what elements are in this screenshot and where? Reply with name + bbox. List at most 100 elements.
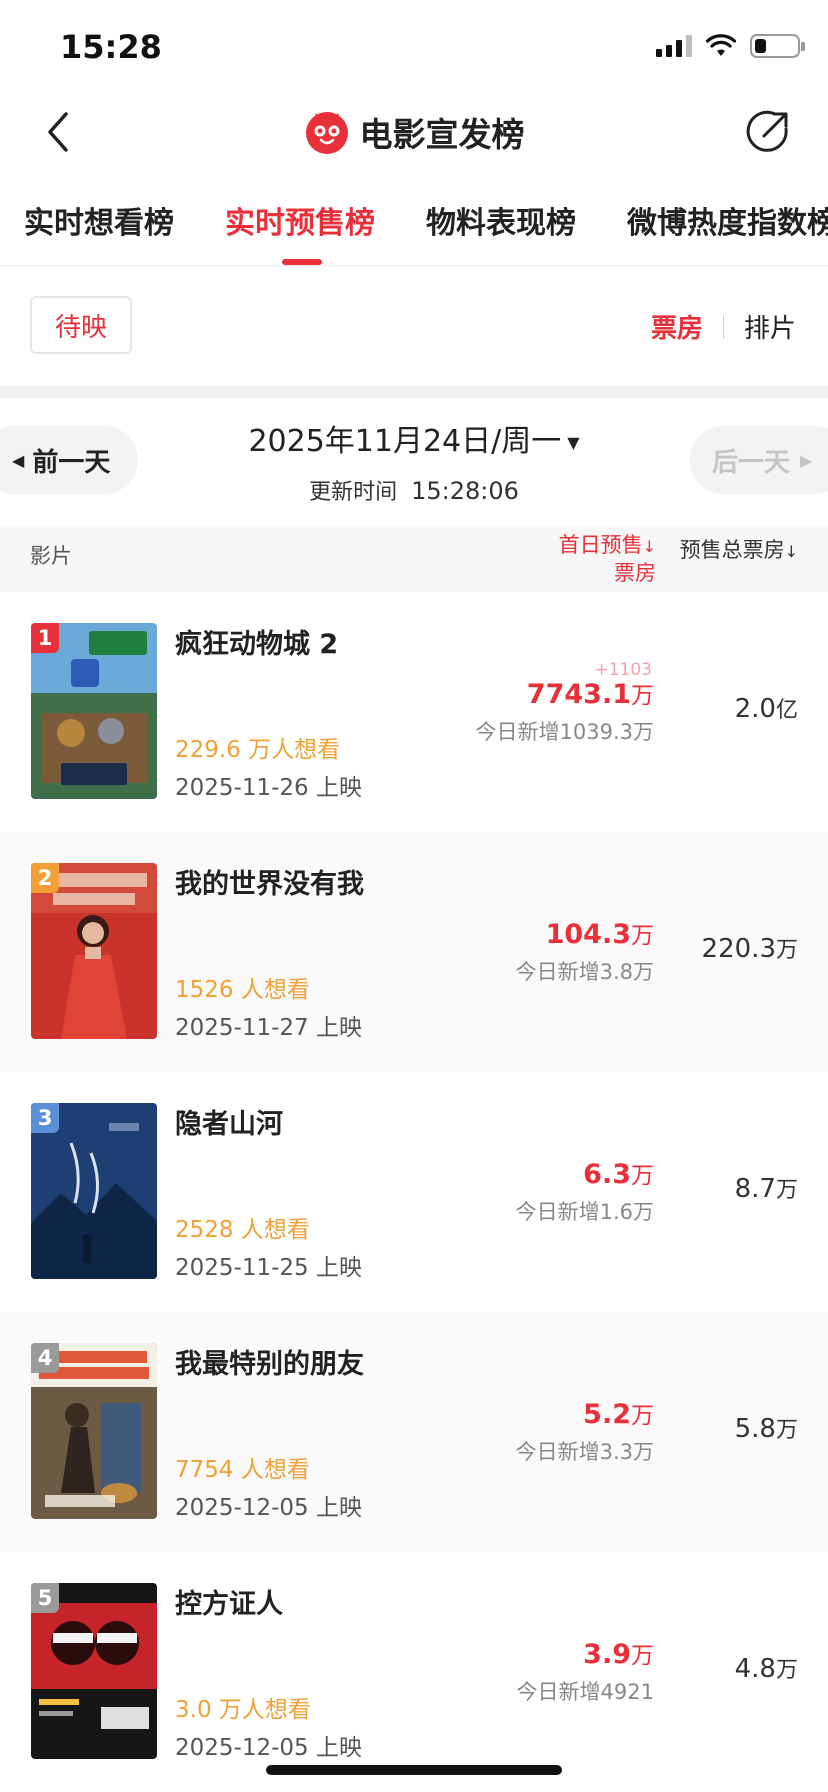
first-day-unit: 万 bbox=[631, 923, 654, 949]
film-row[interactable]: 3 隐者山河 2528 人想看 2025-11-25 上映 6.3万 今日新增1… bbox=[0, 1072, 828, 1312]
total-value: 4.8 bbox=[734, 1654, 776, 1684]
metric-switch: 票房 排片 bbox=[651, 308, 796, 345]
film-title: 疯狂动物城 2 bbox=[175, 629, 339, 660]
release-date: 2025-11-25 上映 bbox=[175, 1255, 362, 1281]
date-row: ◀ 前一天 2025年11月24日/周一 ▼ 更新时间 15:28:06 后一天 ▶ bbox=[0, 398, 828, 526]
total-presale: 4.8万 bbox=[735, 1652, 798, 1684]
metric-box-office[interactable]: 票房 bbox=[651, 308, 703, 345]
update-label: 更新时间 bbox=[309, 480, 398, 505]
first-day-unit: 万 bbox=[631, 1643, 654, 1669]
today-increase: 今日新增1.6万 bbox=[515, 1200, 654, 1224]
first-day-value: 5.2 bbox=[583, 1399, 631, 1430]
nav-title-group: 电影宣发榜 bbox=[0, 108, 828, 156]
total-value: 8.7 bbox=[734, 1174, 776, 1204]
section-divider bbox=[0, 386, 828, 398]
sort-arrow-icon: ↓ bbox=[642, 537, 656, 556]
first-day-value: 7743.1 bbox=[526, 679, 631, 710]
total-presale: 5.8万 bbox=[735, 1412, 798, 1444]
tab-weibo-rank[interactable]: 微博热度指数榜 bbox=[627, 198, 828, 242]
release-date: 2025-12-05 上映 bbox=[175, 1495, 362, 1521]
film-title: 控方证人 bbox=[175, 1589, 283, 1620]
battery-icon bbox=[750, 34, 805, 58]
share-icon bbox=[746, 110, 788, 152]
metric-divider bbox=[722, 314, 724, 339]
total-unit: 万 bbox=[775, 1178, 798, 1203]
status-icons bbox=[656, 34, 805, 58]
film-row[interactable]: 1 疯狂动物城 2 229.6 万人想看 2025-11-26 上映 +1103… bbox=[0, 592, 828, 832]
metric-screenings[interactable]: 排片 bbox=[744, 308, 796, 345]
tab-presale-rank[interactable]: 实时预售榜 bbox=[225, 198, 375, 242]
rank-badge: 1 bbox=[31, 623, 59, 653]
total-unit: 万 bbox=[775, 1658, 798, 1683]
wish-count: 1526 人想看 bbox=[175, 977, 310, 1003]
upcoming-filter-chip[interactable]: 待映 bbox=[30, 296, 132, 354]
filter-row: 待映 票房 排片 bbox=[0, 266, 828, 386]
total-presale: 8.7万 bbox=[735, 1172, 798, 1204]
first-day-presale: 6.3万 bbox=[583, 1156, 654, 1190]
first-day-value: 3.9 bbox=[583, 1639, 631, 1670]
film-title: 隐者山河 bbox=[175, 1109, 283, 1140]
caret-down-icon: ▼ bbox=[567, 433, 580, 452]
first-day-value: 104.3 bbox=[545, 919, 631, 950]
column-first-day-line1: 首日预售 bbox=[558, 533, 643, 557]
total-presale: 220.3万 bbox=[702, 932, 798, 964]
total-unit: 万 bbox=[775, 938, 798, 963]
total-value: 5.8 bbox=[734, 1414, 776, 1444]
sort-arrow-icon: ↓ bbox=[784, 542, 798, 561]
status-bar: 15:28 bbox=[0, 0, 828, 100]
first-day-presale: 3.9万 bbox=[583, 1636, 654, 1670]
share-button[interactable] bbox=[742, 106, 794, 158]
wish-count: 229.6 万人想看 bbox=[175, 737, 341, 763]
film-title: 我的世界没有我 bbox=[175, 869, 364, 900]
battery-fill bbox=[755, 39, 766, 53]
total-unit: 万 bbox=[775, 1418, 798, 1443]
next-day-button[interactable]: 后一天 ▶ bbox=[690, 426, 828, 494]
update-time: 15:28:06 bbox=[411, 477, 519, 505]
today-increase: 今日新增1039.3万 bbox=[475, 720, 654, 744]
status-time: 15:28 bbox=[60, 28, 162, 66]
first-day-unit: 万 bbox=[631, 683, 654, 709]
first-day-unit: 万 bbox=[631, 1163, 654, 1189]
table-header: 影片 首日预售↓ 票房 预售总票房↓ bbox=[0, 526, 828, 592]
film-poster: 2 bbox=[31, 863, 157, 1039]
film-row[interactable]: 5 控方证人 3.0 万人想看 2025-12-05 上映 3.9万 今日新增4… bbox=[0, 1552, 828, 1792]
rank-badge: 4 bbox=[31, 1343, 59, 1373]
nav-bar: 电影宣发榜 bbox=[0, 96, 828, 168]
date-label: 2025年11月24日/周一 bbox=[248, 424, 562, 459]
wish-count: 3.0 万人想看 bbox=[175, 1697, 311, 1723]
rank-badge: 2 bbox=[31, 863, 59, 893]
rank-tabs: 实时想看榜 实时预售榜 物料表现榜 微博热度指数榜 bbox=[0, 190, 828, 266]
film-poster: 1 bbox=[31, 623, 157, 799]
today-increase: 今日新增3.3万 bbox=[515, 1440, 654, 1464]
column-first-day-presale[interactable]: 首日预售↓ 票房 bbox=[559, 532, 656, 587]
today-increase: 今日新增3.8万 bbox=[515, 960, 654, 984]
total-presale: 2.0亿 bbox=[735, 692, 798, 724]
release-date: 2025-11-27 上映 bbox=[175, 1015, 362, 1041]
wifi-icon bbox=[706, 34, 736, 56]
active-tab-indicator bbox=[282, 259, 322, 265]
film-list: 1 疯狂动物城 2 229.6 万人想看 2025-11-26 上映 +1103… bbox=[0, 592, 828, 1792]
film-poster: 4 bbox=[31, 1343, 157, 1519]
cellular-signal-icon bbox=[656, 35, 692, 57]
release-date: 2025-11-26 上映 bbox=[175, 775, 362, 801]
next-day-label: 后一天 bbox=[712, 447, 791, 478]
column-film: 影片 bbox=[30, 544, 72, 568]
cat-logo-icon bbox=[305, 112, 348, 154]
tab-wish-rank[interactable]: 实时想看榜 bbox=[24, 198, 174, 242]
first-day-unit: 万 bbox=[631, 1403, 654, 1429]
column-first-day-line2: 票房 bbox=[614, 561, 656, 585]
tab-material-rank[interactable]: 物料表现榜 bbox=[426, 198, 576, 242]
first-day-presale: 7743.1万 bbox=[527, 676, 654, 710]
column-total-presale[interactable]: 预售总票房↓ bbox=[680, 534, 798, 564]
first-day-presale: 5.2万 bbox=[583, 1396, 654, 1430]
film-title: 我最特别的朋友 bbox=[175, 1349, 364, 1380]
film-row[interactable]: 4 我最特别的朋友 7754 人想看 2025-12-05 上映 5.2万 今日… bbox=[0, 1312, 828, 1552]
film-row[interactable]: 2 我的世界没有我 1526 人想看 2025-11-27 上映 104.3万 … bbox=[0, 832, 828, 1072]
column-total-label: 预售总票房 bbox=[679, 538, 785, 562]
release-date: 2025-12-05 上映 bbox=[175, 1735, 362, 1761]
film-poster: 5 bbox=[31, 1583, 157, 1759]
page-title: 电影宣发榜 bbox=[359, 115, 525, 154]
home-indicator[interactable] bbox=[266, 1765, 562, 1775]
total-value: 220.3 bbox=[701, 934, 776, 964]
first-day-presale: 104.3万 bbox=[546, 916, 654, 950]
